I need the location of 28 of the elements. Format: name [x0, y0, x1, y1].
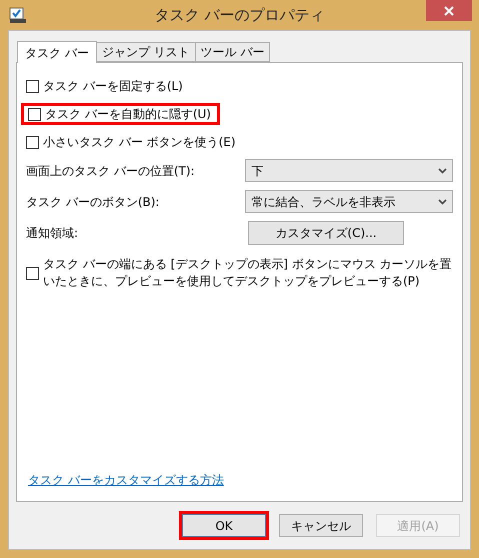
dropdown-value: 常に結合、ラベルを非表示	[251, 194, 396, 210]
dropdown[interactable]: 下	[245, 159, 453, 182]
setting-label: タスク バーのボタン(B):	[26, 194, 160, 210]
dropdown-value: 下	[251, 162, 264, 180]
dialog-button[interactable]: OK	[182, 514, 266, 537]
checkbox[interactable]	[26, 80, 39, 92]
dropdown[interactable]: 常に結合、ラベルを非表示	[245, 190, 453, 213]
taskbar-properties-icon	[9, 6, 26, 24]
window-title: タスク バーのプロパティ	[154, 4, 326, 26]
close-icon	[444, 6, 454, 16]
checkbox-label: タスク バーの端にある [デスクトップの表示] ボタンにマウス カーソルを置いたときに、プレビューを使用してデスクトップをプレビューする(P)	[43, 256, 453, 290]
dialog-button[interactable]: キャンセル	[279, 514, 363, 537]
checkbox-label: タスク バーを自動的に隠す(U)	[45, 106, 211, 123]
chevron-down-icon	[438, 198, 447, 204]
checkbox[interactable]	[26, 136, 39, 148]
checkbox-label: タスク バーを固定する(L)	[43, 78, 183, 95]
checkbox[interactable]	[26, 266, 39, 280]
customize-button[interactable]: カスタマイズ(C)...	[248, 220, 404, 244]
chevron-down-icon	[438, 168, 447, 174]
tab[interactable]: タスク バー	[17, 41, 97, 63]
checkbox[interactable]	[28, 108, 41, 120]
tab[interactable]: ジャンプ リスト	[96, 42, 196, 62]
close-button[interactable]	[426, 0, 472, 21]
tab[interactable]: ツール バー	[194, 42, 270, 62]
checkbox-label: 小さいタスク バー ボタンを使う(E)	[43, 134, 236, 151]
help-link[interactable]: タスク バーをカスタマイズする方法	[28, 471, 224, 489]
setting-label: 画面上のタスク バーの位置(T):	[26, 162, 196, 180]
setting-label: 通知領域:	[26, 224, 80, 242]
